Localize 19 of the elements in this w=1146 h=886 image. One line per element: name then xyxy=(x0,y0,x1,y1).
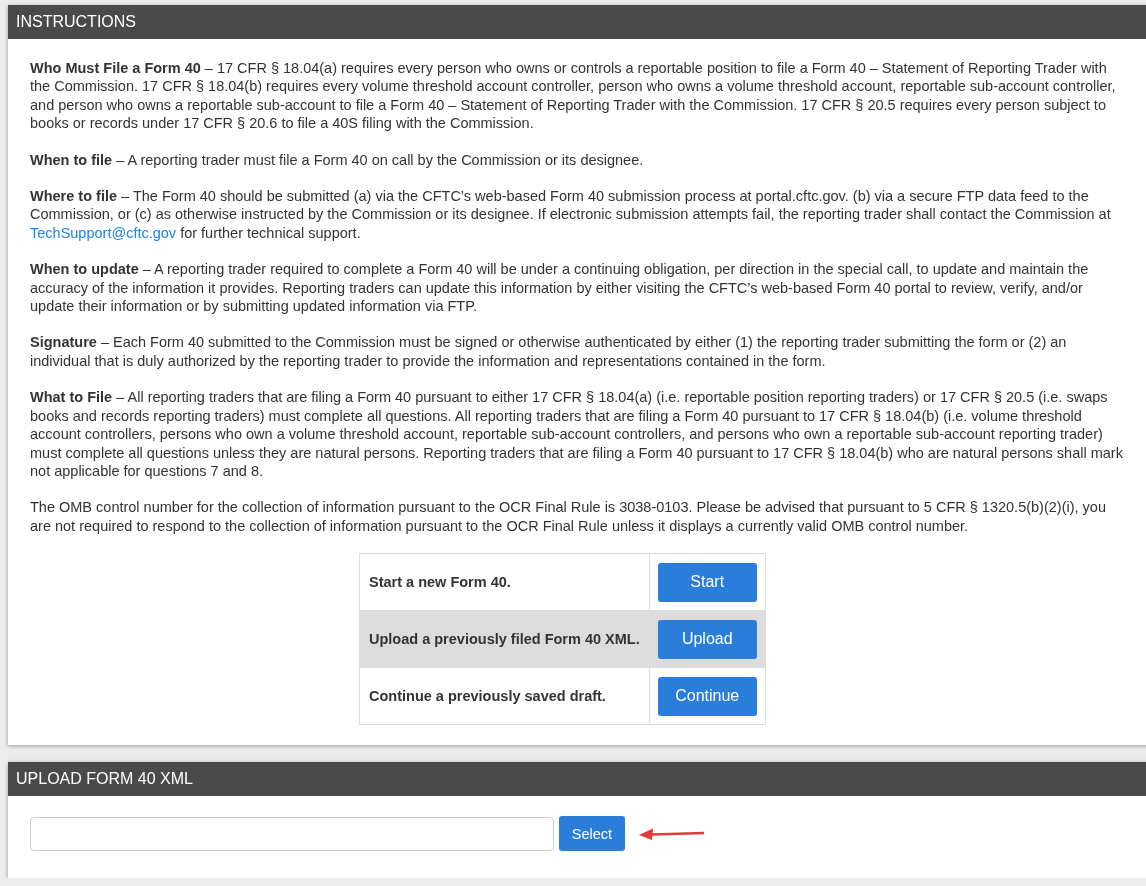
email-link[interactable]: TechSupport@cftc.gov xyxy=(30,224,177,241)
option-label: Continue a previously saved draft. xyxy=(359,667,650,725)
instruction-paragraph: When to update – A reporting trader required to complete a Form 40 will be under a continuing obligation, per direction in the special call, to update and maintain the accuracy of the information it provides. Reporting traders can update this information by either visiting the CFTC’s web-based Form 40 portal to review, verify, and/or update their information or by submitting updated information via FTP. xyxy=(30,260,1090,316)
action-button[interactable]: Continue xyxy=(657,676,757,716)
instruction-paragraph: When to file – A reporting trader must file a Form 40 on call by the Commission or its designee. xyxy=(30,150,645,170)
file-path-field[interactable] xyxy=(30,816,554,851)
instruction-paragraph: What to File – All reporting traders that are filing a Form 40 pursuant to either 17 CFR § 18.04(a) (i.e. reportable position reporting traders) or 17 CFR § 20.5 (i.e. swaps books and records reporting traders) must complete all questions. All reporting traders that are filing a Form 40 pursuant to 17 CFR § 18.04(b) (i.e. volume threshold account controllers, persons who own a volume threshold account, reportable sub-account controllers, and persons who own a reportable sub-account reporting trader) must complete all questions unless they are natural persons. Reporting traders that are filing a Form 40 pursuant to 17 CFR § 18.04(b) who are natural persons shall mark not applicable for questions 7 and 8. xyxy=(30,388,1124,481)
instruction-paragraph: Signature – Each Form 40 submitted to the Commission must be signed or otherwise authenticated by either (1) the reporting trader submitting the form or (2) an individual that is duly authorized by the reporting trader to provide the information and representations contained in the form. xyxy=(30,333,1068,371)
panel-header: INSTRUCTIONS xyxy=(8,5,1146,39)
action-button[interactable]: Upload xyxy=(657,619,757,659)
action-button[interactable]: Start xyxy=(657,562,757,602)
option-label: Upload a previously filed Form 40 XML. xyxy=(359,610,650,668)
instruction-paragraph: The OMB control number for the collection of information pursuant to the OCR Final Rule is 3038-0103. Please be advised that pursuant to 5 CFR § 1320.5(b)(2)(i), you are not required to respond to the collection of information pursuant to the OCR Final Rule unless it displays a currently valid OMB control number. xyxy=(30,498,1107,536)
instruction-paragraph: Where to file – The Form 40 should be submitted (a) via the CFTC’s web-based Form 40 submission process at portal.cftc.gov. (b) via a secure FTP data feed to the Commission, or (c) as otherwise instructed by the Commission or its designee. If electronic submission attempts fail, the reporting trader shall contact the Commission at TechSupport@cftc.gov for further technical support. xyxy=(30,187,1112,243)
instruction-paragraph: Who Must File a Form 40 – 17 CFR § 18.04(a) requires every person who owns or controls a reportable position to file a Form 40 – Statement of Reporting Trader with the Commission. 17 CFR § 18.04(b) requires every volume threshold account controller, person who owns a volume threshold account, reportable sub-account controller, and person who owns a reportable sub-account to file a Form 40 – Statement of Reporting Trader with the Commission. 17 CFR § 20.5 requires every person subject to books or records under 17 CFR § 20.6 to file a 40S filing with the Commission. xyxy=(30,59,1117,133)
panel-header: UPLOAD FORM 40 XML xyxy=(8,762,1146,797)
arrow-icon xyxy=(638,826,706,841)
option-label: Start a new Form 40. xyxy=(359,553,650,611)
select-button[interactable]: Select xyxy=(559,816,625,852)
